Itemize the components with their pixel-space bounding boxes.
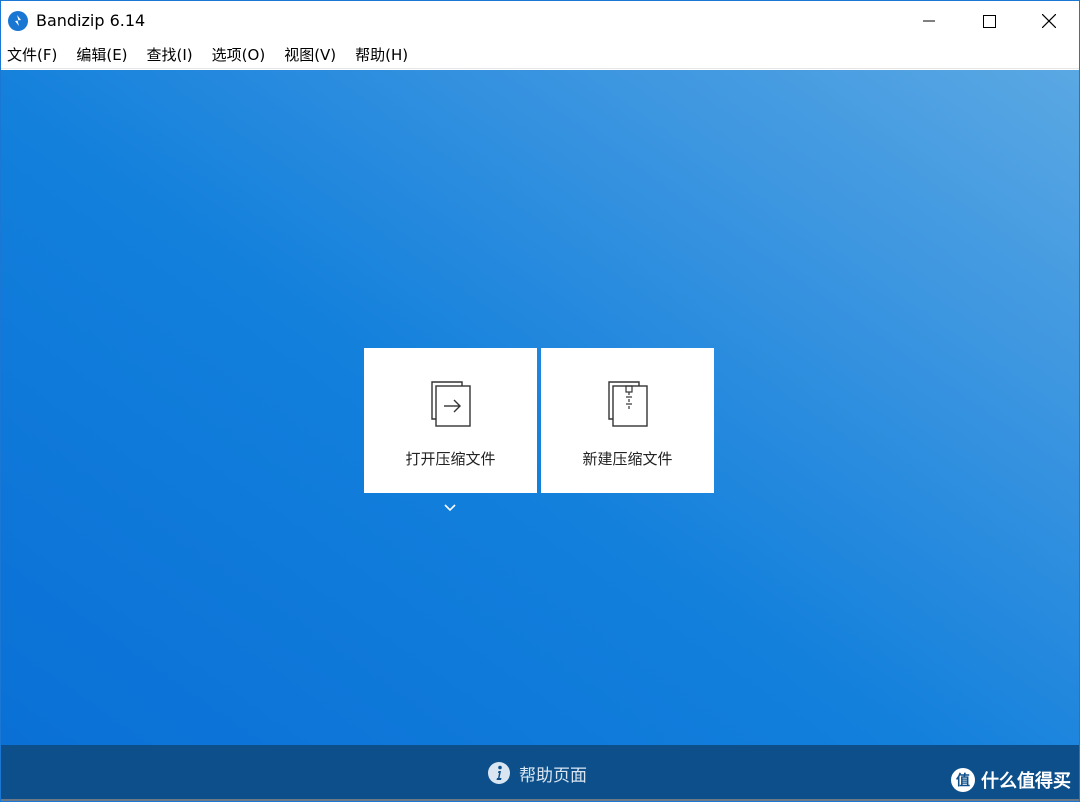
open-archive-icon	[431, 381, 471, 427]
close-button[interactable]	[1019, 1, 1079, 41]
footer-bar: 帮助页面 值 什么值得买	[1, 745, 1079, 801]
watermark-logo: 值	[951, 768, 975, 792]
maximize-button[interactable]	[959, 1, 1019, 41]
new-archive-button[interactable]: 新建压缩文件	[541, 348, 714, 493]
open-archive-label: 打开压缩文件	[405, 450, 496, 468]
new-archive-label: 新建压缩文件	[582, 450, 673, 468]
open-archive-button[interactable]: 打开压缩文件	[364, 348, 537, 493]
menu-bar: 文件(F) 编辑(E) 查找(I) 选项(O) 视图(V) 帮助(H)	[1, 41, 1079, 69]
close-icon	[1042, 14, 1056, 28]
menu-find[interactable]: 查找(I)	[145, 41, 195, 68]
help-page-label: 帮助页面	[519, 765, 587, 786]
info-icon	[488, 762, 510, 784]
maximize-icon	[982, 14, 996, 28]
new-archive-icon	[608, 381, 648, 427]
menu-help[interactable]: 帮助(H)	[353, 41, 410, 68]
title-bar[interactable]: Bandizip 6.14	[1, 1, 1079, 41]
menu-view[interactable]: 视图(V)	[282, 41, 338, 68]
window-title: Bandizip 6.14	[36, 11, 146, 30]
watermark-text: 什么值得买	[981, 771, 1071, 792]
main-area: 打开压缩文件 新建压缩文件	[1, 70, 1079, 745]
menu-options[interactable]: 选项(O)	[210, 41, 268, 68]
bandizip-logo-icon	[8, 11, 28, 31]
app-window: Bandizip 6.14 文件(F) 编辑(E) 查找(I) 选项(O) 视图…	[0, 0, 1080, 802]
watermark: 值 什么值得买	[951, 767, 1071, 793]
minimize-icon	[923, 20, 935, 22]
help-page-link[interactable]: 帮助页面	[487, 761, 587, 786]
minimize-button[interactable]	[899, 1, 959, 41]
menu-edit[interactable]: 编辑(E)	[74, 41, 129, 68]
chevron-down-icon[interactable]	[442, 500, 458, 516]
menu-file[interactable]: 文件(F)	[5, 41, 59, 68]
